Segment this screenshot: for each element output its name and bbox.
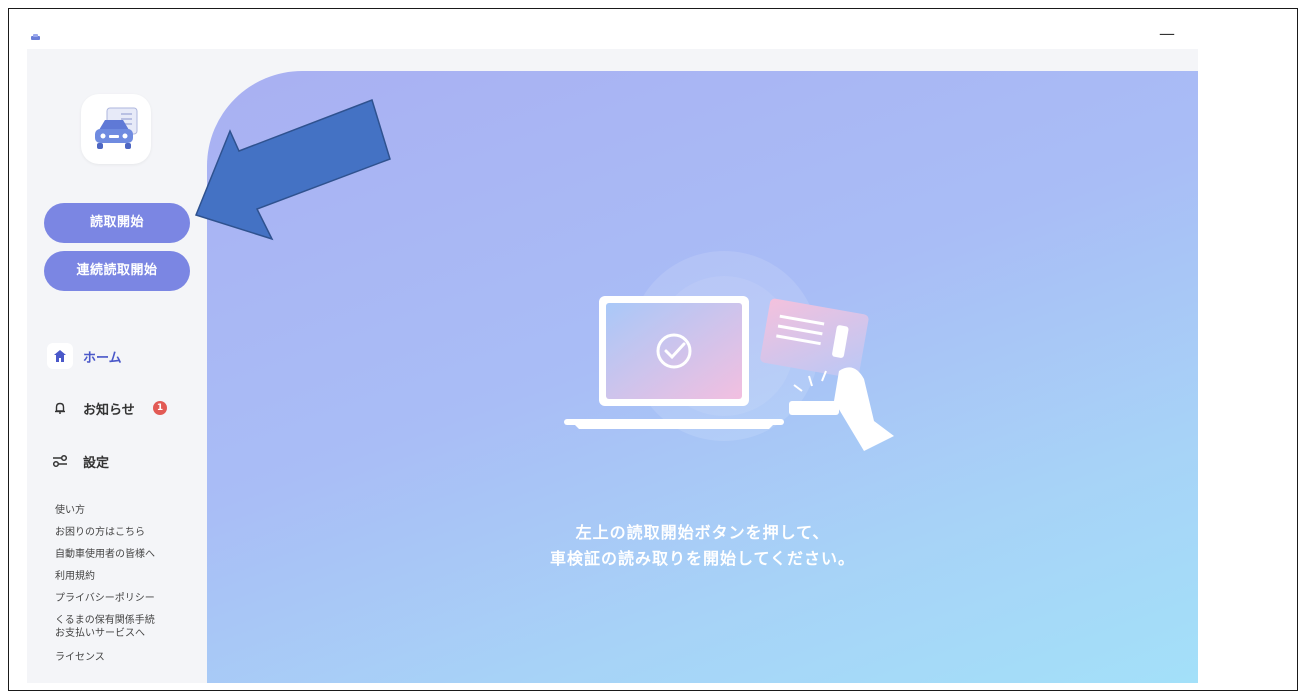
home-icon (47, 343, 73, 369)
minimize-button[interactable]: — (1156, 24, 1178, 44)
card-reader-illustration (564, 251, 894, 451)
link-payment-service[interactable]: お支払いサービスへ (55, 627, 145, 640)
instruction-line-1: 左上の読取開始ボタンを押して、 (575, 523, 830, 542)
nav-label-home: ホーム (83, 350, 122, 366)
continuous-reading-button[interactable]: 連続読取開始 (44, 251, 190, 291)
link-how-to-use[interactable]: 使い方 (55, 504, 85, 517)
app-icon (31, 34, 40, 40)
link-terms[interactable]: 利用規約 (55, 570, 95, 583)
bell-icon (47, 395, 73, 421)
car-document-icon (95, 107, 138, 149)
app-logo (81, 94, 151, 164)
link-ownership-procedures[interactable]: くるまの保有関係手続 (55, 614, 155, 627)
nav-label-notice: お知らせ (83, 402, 135, 418)
link-privacy-policy[interactable]: プライバシーポリシー (55, 592, 155, 605)
nav-label-settings: 設定 (83, 455, 110, 471)
instruction-line-2: 車検証の読み取りを開始してください。 (549, 549, 856, 568)
notification-badge: 1 (153, 401, 167, 415)
sidebar: 読取開始 連続読取開始 ホーム お知らせ 1 設定 使い方 お困りの方はこちら … (27, 49, 207, 683)
start-reading-button[interactable]: 読取開始 (44, 203, 190, 243)
settings-sliders-icon (47, 448, 73, 474)
main-panel: 左上の読取開始ボタンを押して、 車検証の読み取りを開始してください。 (207, 71, 1198, 683)
link-license[interactable]: ライセンス (55, 651, 105, 664)
app-window: 読取開始 連続読取開始 ホーム お知らせ 1 設定 使い方 お困りの方はこちら … (27, 49, 1198, 683)
nav-item-notice[interactable]: お知らせ (47, 393, 135, 423)
link-for-car-users[interactable]: 自動車使用者の皆様へ (55, 548, 155, 561)
link-help[interactable]: お困りの方はこちら (55, 526, 145, 539)
nav-item-home[interactable]: ホーム (47, 341, 122, 371)
nav-item-settings[interactable]: 設定 (47, 446, 109, 476)
